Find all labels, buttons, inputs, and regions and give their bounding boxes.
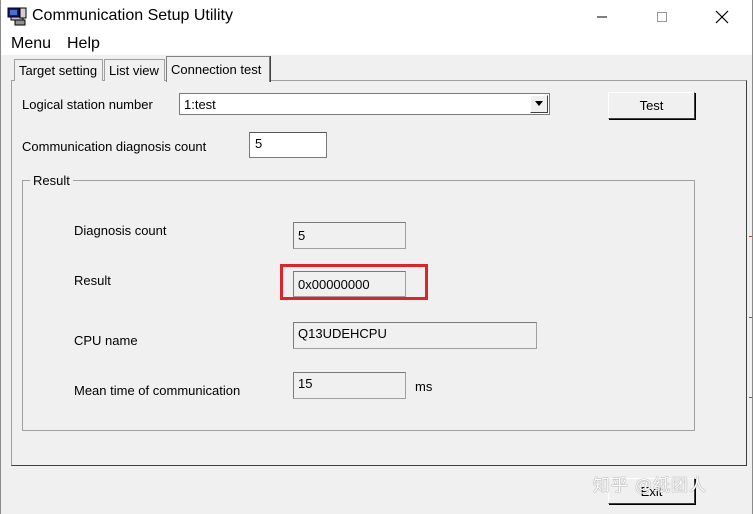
window-title: Communication Setup Utility xyxy=(32,7,233,24)
diagnosis-count-label: Communication diagnosis count xyxy=(22,139,207,154)
tab-connection-test[interactable]: Connection test xyxy=(166,56,270,82)
cpu-name-label: CPU name xyxy=(74,333,138,348)
minimize-icon xyxy=(597,16,607,17)
diagnosis-count-input[interactable]: 5 xyxy=(249,132,327,158)
mean-time-unit: ms xyxy=(415,379,433,394)
menu-bar: Menu Help xyxy=(1,33,752,55)
maximize-button[interactable] xyxy=(632,0,692,33)
close-button[interactable] xyxy=(692,0,752,33)
logical-station-value: 1:test xyxy=(184,97,216,112)
logical-station-select[interactable]: 1:test xyxy=(179,93,550,115)
minimize-button[interactable] xyxy=(572,0,632,33)
menu-item-help[interactable]: Help xyxy=(67,35,100,53)
cpu-name-field: Q13UDEHCPU xyxy=(293,322,537,349)
maximize-icon xyxy=(657,11,667,22)
close-icon xyxy=(715,10,729,23)
title-bar[interactable]: Communication Setup Utility xyxy=(1,0,752,33)
test-button[interactable]: Test xyxy=(608,92,695,119)
tab-target-setting[interactable]: Target setting xyxy=(14,59,103,81)
menu-item-menu[interactable]: Menu xyxy=(11,35,51,53)
result-diagnosis-count-field: 5 xyxy=(293,222,406,249)
computer-icon xyxy=(7,6,27,26)
app-window: Communication Setup Utility Menu Help Ta… xyxy=(0,0,753,514)
result-group-title: Result xyxy=(30,173,73,188)
mean-time-field: 15 xyxy=(293,372,406,399)
dropdown-button[interactable] xyxy=(530,95,548,113)
result-highlight-box xyxy=(280,264,428,300)
watermark: 知乎 @纸团人 xyxy=(593,476,707,495)
logical-station-label: Logical station number xyxy=(22,97,153,112)
result-label: Result xyxy=(74,273,111,288)
result-diagnosis-count-label: Diagnosis count xyxy=(74,223,167,238)
mean-time-label: Mean time of communication xyxy=(74,383,241,398)
edge-mark xyxy=(749,317,752,318)
edge-mark xyxy=(749,236,752,237)
edge-mark xyxy=(749,397,752,398)
tab-list-view[interactable]: List view xyxy=(104,59,165,81)
chevron-down-icon xyxy=(535,101,543,106)
